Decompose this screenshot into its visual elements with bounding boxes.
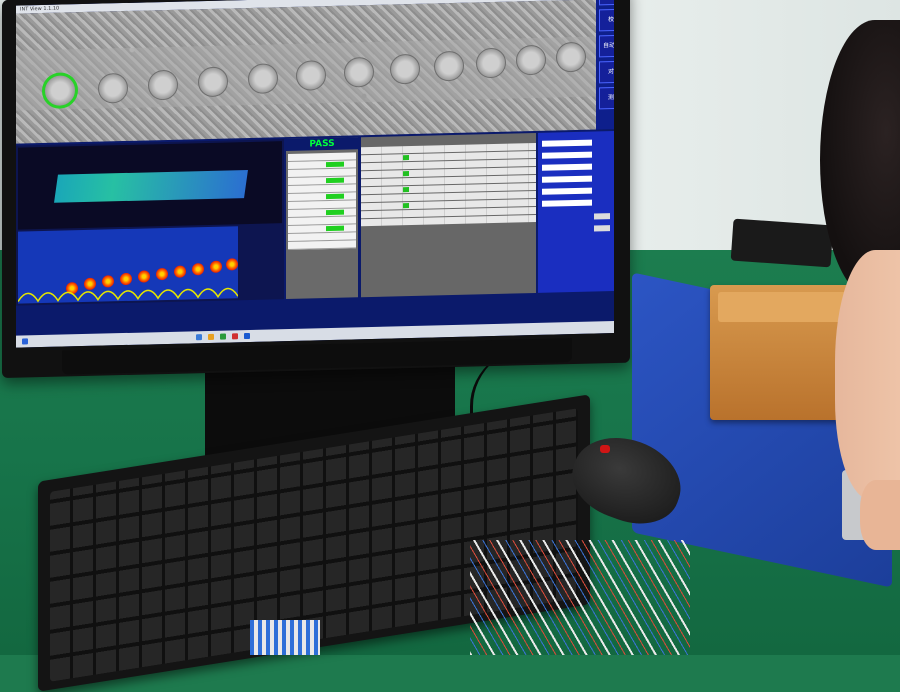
taskbar-app-icon[interactable]	[196, 334, 202, 341]
autofocus-button[interactable]: 自动聚焦	[599, 34, 614, 58]
settings-field[interactable]	[542, 199, 592, 207]
settings-button[interactable]: 设 置	[599, 0, 614, 6]
pass-indicator	[326, 225, 344, 232]
table-row	[288, 240, 356, 251]
pass-indicator	[326, 193, 344, 200]
settings-field[interactable]	[542, 163, 592, 171]
fiber-optic-connectors	[250, 620, 320, 655]
pass-label: PASS	[286, 137, 358, 152]
taskbar-app-icon[interactable]	[232, 333, 238, 340]
focus-button[interactable]: 对 焦	[599, 60, 614, 84]
person-face	[835, 250, 900, 500]
pass-indicator	[326, 161, 344, 168]
settings-button-small[interactable]	[594, 225, 610, 232]
settings-field[interactable]	[542, 187, 592, 195]
calibrate-button[interactable]: 校 准	[599, 8, 614, 32]
settings-field[interactable]	[542, 139, 592, 147]
monitor-screen: INT View 1.1.10 设 置 校 准 自动聚焦 对 焦 测 量	[16, 0, 614, 348]
fiber-optic-bundle	[470, 540, 690, 655]
pass-indicator	[403, 155, 409, 161]
mode-field-3d-plot	[54, 169, 248, 203]
settings-field[interactable]	[542, 151, 592, 159]
monitor: INT View 1.1.10 设 置 校 准 自动聚焦 对 焦 测 量	[2, 0, 630, 379]
taskbar-app-icon[interactable]	[220, 333, 226, 340]
person-hand	[860, 480, 900, 550]
taskbar-app-icon[interactable]	[244, 332, 250, 340]
wooden-box-lid	[718, 292, 852, 322]
mouse-wheel[interactable]	[600, 445, 610, 453]
settings-button-small[interactable]	[594, 213, 610, 220]
start-icon[interactable]	[22, 338, 28, 345]
pass-indicator	[403, 171, 409, 177]
pass-indicator	[403, 203, 409, 209]
power-adapter	[730, 218, 834, 268]
pass-indicator	[326, 209, 344, 216]
measure-button[interactable]: 测 量	[599, 86, 614, 110]
pass-indicator	[403, 187, 409, 193]
taskbar-app-icon[interactable]	[208, 333, 214, 340]
settings-field[interactable]	[542, 175, 592, 183]
pass-indicator	[326, 177, 344, 184]
